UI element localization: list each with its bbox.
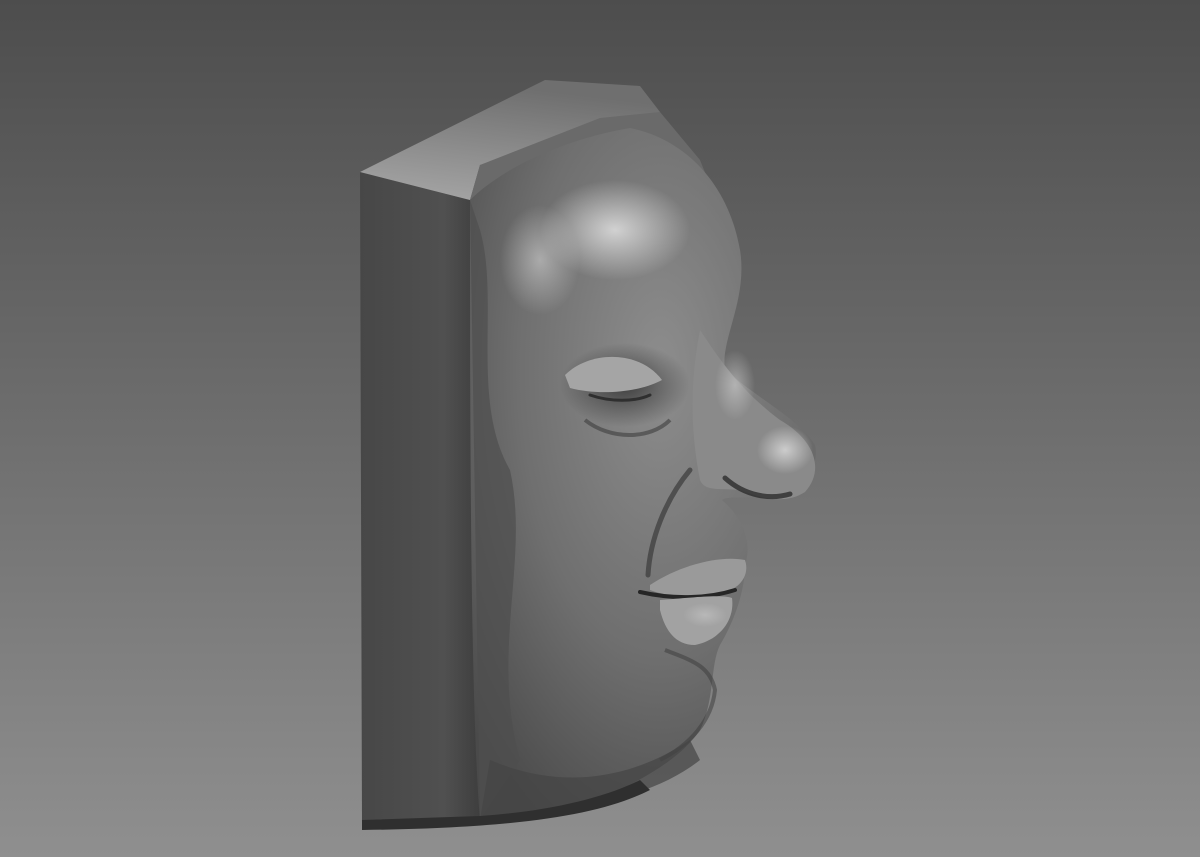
nose-highlight xyxy=(757,426,813,474)
render-viewport xyxy=(0,0,1200,857)
block-side xyxy=(360,172,480,826)
brow-highlight xyxy=(500,205,580,315)
nose-bridge-highlight xyxy=(715,350,755,420)
sculpture-render xyxy=(0,0,1200,857)
lower-lip-highlight xyxy=(683,603,727,627)
